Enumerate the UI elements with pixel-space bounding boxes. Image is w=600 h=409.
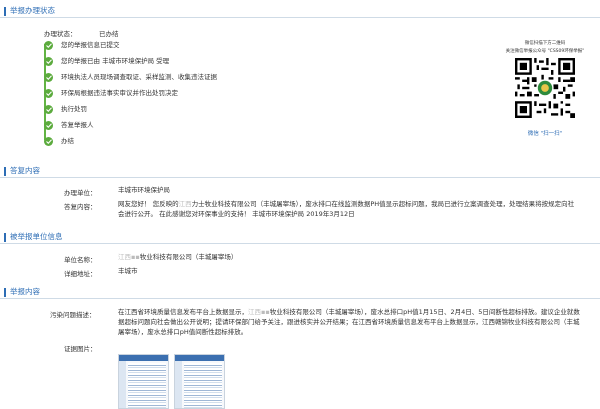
reply-section-title: 答复内容 (10, 166, 40, 175)
unit-section-header: 被举报单位信息 (0, 230, 600, 244)
check-icon (44, 73, 53, 82)
evidence-image-2[interactable] (174, 354, 225, 409)
qr-caption: 微信扫描下方二维码 (524, 41, 566, 46)
progress-step-text: 环境执法人员现场调查取证、采样监测、收集违法证据 (61, 73, 217, 81)
check-icon (44, 57, 53, 66)
status-row: 办理状态： 已办结 (44, 28, 119, 38)
report-section-header: 举报内容 (0, 285, 600, 299)
status-label: 办理状态： (44, 30, 77, 38)
status-value: 已办结 (99, 30, 119, 38)
unit-name-label: 单位名称： (64, 256, 97, 264)
reply-section-header: 答复内容 (0, 164, 600, 178)
reply-content-text: 网友您好！ 您反映的江西力士牧业科技有限公司（丰城屠宰场），废水排口在线监测数据… (118, 200, 575, 218)
unit-section-title: 被举报单位信息 (10, 232, 63, 241)
check-icon (44, 105, 53, 114)
progress-step-text: 答复举报人 (61, 121, 94, 129)
address-value: 丰城市 (118, 267, 138, 275)
qr-panel: 微信扫描下方二维码 关注微信举报公众号 "CSS09环保举报" 微信 "扫一扫" (500, 20, 590, 145)
qr-code-icon (515, 58, 575, 118)
progress-step-text: 您的举报信息已提交 (61, 41, 120, 49)
progress-step-text: 执行处罚 (61, 105, 87, 113)
section-marker (4, 233, 6, 242)
address-label: 详细地址： (64, 270, 97, 278)
unit-name-value: 江西▪▪牧业科技有限公司（丰城屠宰场） (118, 253, 238, 261)
status-section-title: 举报办理状态 (10, 6, 55, 15)
report-section-title: 举报内容 (10, 287, 40, 296)
section-marker (4, 167, 6, 176)
handling-unit-value: 丰城市环境保护局 (118, 186, 170, 194)
progress-step-text: 办结 (61, 137, 74, 145)
section-marker (4, 7, 6, 16)
check-icon (44, 137, 53, 146)
reply-content-label: 答复内容： (64, 203, 97, 211)
status-section-header: 举报办理状态 (0, 4, 600, 18)
progress-step-text: 您的举报已由 丰城市环境保护局 受理 (61, 57, 170, 65)
pollution-description-text: 在江西省环境质量信息发布平台上数据显示，江西▪▪牧业科技有限公司（丰城屠宰场），… (118, 308, 580, 336)
qr-caption-subtitle: 关注微信举报公众号 "CSS09环保举报" (505, 49, 585, 54)
section-marker (4, 288, 6, 297)
check-icon (44, 89, 53, 98)
progress-step-text: 环保局根据违法事实审议并作出处罚决定 (61, 89, 178, 97)
qr-scan-hint: 微信 "扫一扫" (527, 131, 563, 137)
evidence-image-1[interactable] (118, 354, 169, 409)
handling-unit-label: 办理单位： (64, 189, 97, 197)
pollution-description-label: 污染问题描述： (50, 311, 96, 319)
check-icon (44, 121, 53, 130)
check-icon (44, 41, 53, 50)
evidence-label: 证据图片： (64, 345, 97, 353)
